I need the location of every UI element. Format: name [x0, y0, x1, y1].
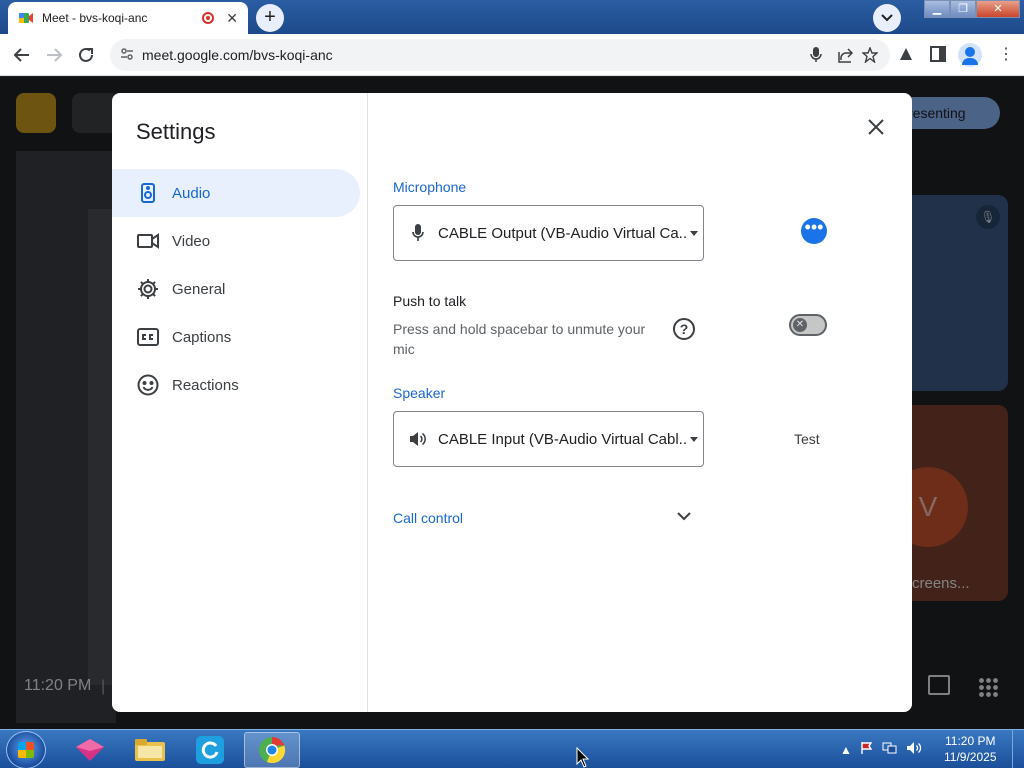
show-desktop-button[interactable] [1012, 730, 1024, 768]
browser-tab[interactable]: Meet - bvs-koqi-anc ✕ [8, 2, 248, 34]
dropdown-caret-icon [690, 230, 698, 236]
share-icon[interactable] [838, 47, 854, 67]
settings-dialog: Settings Audio Video General Captions Re… [112, 93, 912, 712]
browser-toolbar: meet.google.com/bvs-koqi-anc ⋮ [0, 34, 1024, 76]
mic-icon [406, 221, 430, 245]
new-tab-button[interactable]: + [256, 4, 284, 32]
video-icon [136, 229, 160, 253]
file-explorer-icon[interactable] [122, 732, 178, 768]
sync-app-icon[interactable] [182, 732, 238, 768]
speaker-label: Speaker [393, 385, 446, 401]
push-to-talk-description: Press and hold spacebar to unmute your m… [393, 321, 646, 357]
close-dialog-button[interactable] [862, 113, 890, 141]
nav-item-label: Video [172, 232, 211, 250]
meet-favicon-icon [18, 10, 34, 26]
chevron-down-icon [881, 14, 893, 22]
address-bar[interactable]: meet.google.com/bvs-koqi-anc [110, 39, 890, 71]
clock-time: 11:20 PM [945, 734, 996, 748]
mic-in-use-icon[interactable] [810, 47, 822, 67]
tab-title: Meet - bvs-koqi-anc [42, 11, 148, 25]
microphone-label: Microphone [393, 179, 467, 195]
nav-item-label: Reactions [172, 376, 239, 394]
side-panel-icon[interactable] [930, 46, 946, 66]
browser-menu-icon[interactable]: ⋮ [998, 44, 1014, 64]
smiley-icon [136, 373, 160, 397]
dropdown-caret-icon [690, 436, 698, 442]
bookmark-star-icon[interactable] [861, 46, 879, 67]
system-tray: ▲ [840, 730, 922, 768]
minimize-button[interactable]: ▁ [924, 0, 950, 18]
captions-icon [136, 325, 160, 349]
site-info-icon[interactable] [120, 47, 134, 64]
show-hidden-icons-icon[interactable]: ▲ [840, 743, 852, 757]
browser-titlebar: Meet - bvs-koqi-anc ✕ + ▁ ❐ ✕ [0, 0, 1024, 34]
back-arrow-icon[interactable] [10, 43, 34, 67]
profile-avatar[interactable] [958, 43, 982, 67]
help-icon[interactable]: ? [673, 318, 695, 340]
url-text: meet.google.com/bvs-koqi-anc [142, 47, 333, 63]
maximize-button[interactable]: ❐ [950, 0, 976, 18]
nav-item-reactions[interactable]: Reactions [112, 361, 360, 409]
forward-arrow-icon[interactable] [42, 43, 66, 67]
volume-icon [406, 427, 430, 451]
recording-indicator-icon [202, 12, 215, 24]
call-control-label[interactable]: Call control [393, 510, 463, 526]
nav-item-label: Audio [172, 184, 211, 202]
nav-item-video[interactable]: Video [112, 217, 360, 265]
clock-date: 11/9/2025 [944, 750, 997, 764]
speaker-value: CABLE Input (VB-Audio Virtual Cabl... [438, 430, 686, 448]
start-button[interactable] [6, 731, 46, 768]
volume-tray-icon[interactable] [906, 741, 922, 758]
nav-item-captions[interactable]: Captions [112, 313, 360, 361]
taskbar-clock[interactable]: 11:20 PM 11/9/2025 [944, 733, 997, 765]
window-close-button[interactable]: ✕ [976, 0, 1020, 18]
nav-item-audio[interactable]: Audio [112, 169, 360, 217]
microphone-select[interactable]: CABLE Output (VB-Audio Virtual Ca... [393, 205, 704, 261]
expand-chevron-icon[interactable] [674, 506, 694, 526]
mouse-cursor-icon [576, 747, 590, 768]
action-center-flag-icon[interactable] [860, 741, 874, 758]
windows-taskbar: ▲ 11:20 PM 11/9/2025 [0, 729, 1024, 768]
tab-close-icon[interactable]: ✕ [226, 10, 238, 27]
reload-icon[interactable] [74, 43, 98, 67]
extension-icon[interactable] [898, 46, 914, 66]
close-icon [868, 119, 884, 135]
nav-item-label: General [172, 280, 226, 298]
taskbar-app-cube-icon[interactable] [62, 732, 118, 768]
push-to-talk-title: Push to talk [393, 293, 467, 309]
tab-search-button[interactable] [873, 4, 901, 32]
microphone-value: CABLE Output (VB-Audio Virtual Ca... [438, 224, 686, 242]
network-icon[interactable] [882, 741, 898, 758]
nav-item-general[interactable]: General [112, 265, 360, 313]
more-options-button[interactable]: ••• [801, 218, 827, 244]
window-controls: ▁ ❐ ✕ [924, 0, 1020, 18]
speaker-select[interactable]: CABLE Input (VB-Audio Virtual Cabl... [393, 411, 704, 467]
test-speaker-button[interactable]: Test [794, 431, 820, 447]
toggle-off-icon: ✕ [793, 318, 807, 332]
nav-item-label: Captions [172, 328, 232, 346]
speaker-icon [136, 181, 160, 205]
settings-title: Settings [136, 119, 216, 144]
push-to-talk-toggle[interactable]: ✕ [789, 314, 827, 336]
chrome-taskbar-icon[interactable] [244, 732, 300, 768]
gear-icon [136, 277, 160, 301]
settings-sidebar: Settings Audio Video General Captions Re… [112, 93, 368, 712]
windows-logo-icon [18, 742, 34, 758]
